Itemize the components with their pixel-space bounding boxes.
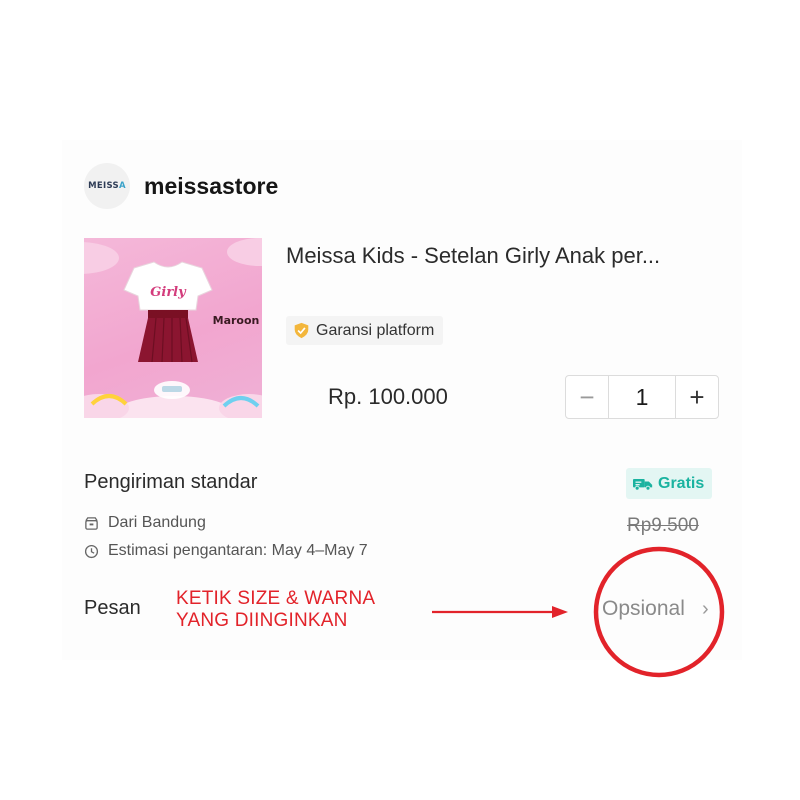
shipping-origin-text: Dari Bandung: [108, 514, 206, 531]
original-shipping-price: Rp9.500: [627, 515, 699, 536]
product-title[interactable]: Meissa Kids - Setelan Girly Anak per...: [286, 243, 660, 269]
annotation-line-1: KETIK SIZE & WARNA: [176, 588, 376, 609]
clock-icon: [84, 544, 99, 558]
quantity-value[interactable]: 1: [608, 376, 676, 418]
shipping-method-title: Pengiriman standar: [84, 471, 258, 493]
increase-quantity-button[interactable]: +: [676, 376, 718, 418]
store-logo: MEISS A: [84, 163, 130, 209]
quantity-stepper[interactable]: − 1 +: [565, 375, 719, 419]
chevron-right-icon[interactable]: ›: [702, 598, 709, 621]
annotation-text: KETIK SIZE & WARNA YANG DIINGINKAN: [176, 588, 375, 632]
truck-icon: [633, 478, 653, 491]
product-image[interactable]: Girly Maroon: [84, 238, 262, 418]
shield-check-icon: [294, 322, 309, 339]
store-header[interactable]: MEISS A meissastore: [84, 163, 278, 209]
platform-guarantee-badge: Garansi platform: [286, 316, 444, 345]
badge-label: Garansi platform: [316, 321, 435, 339]
store-name[interactable]: meissastore: [144, 173, 278, 200]
message-input[interactable]: Opsional: [602, 597, 685, 621]
free-shipping-label: Gratis: [658, 474, 705, 492]
delivery-estimate-text: Estimasi pengantaran: May 4–May 7: [108, 542, 368, 559]
delivery-estimate: Estimasi pengantaran: May 4–May 7: [84, 542, 368, 560]
shipping-origin: Dari Bandung: [84, 514, 206, 532]
decrease-quantity-button[interactable]: −: [566, 376, 608, 418]
shirt-print-text: Girly: [150, 285, 187, 300]
free-shipping-badge: Gratis: [626, 468, 713, 499]
product-price: Rp. 100.000: [328, 384, 448, 409]
annotation-line-2: YANG DIINGINKAN: [176, 610, 348, 631]
store-box-icon: [85, 516, 98, 530]
color-label: Maroon: [213, 314, 260, 327]
message-label: Pesan: [84, 597, 141, 619]
